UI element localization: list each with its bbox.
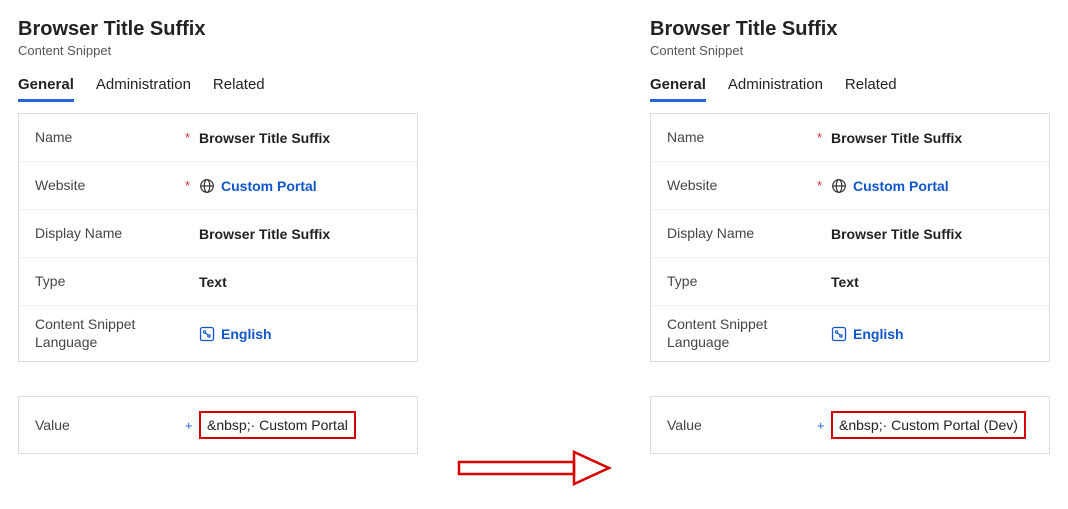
field-type[interactable]: Type Text: [651, 258, 1049, 306]
tab-general[interactable]: General: [18, 72, 74, 102]
field-label: Value: [35, 417, 185, 433]
field-label: Type: [35, 273, 185, 291]
field-language[interactable]: Content Snippet Language English: [19, 306, 417, 361]
field-website[interactable]: Website * Custom Portal: [651, 162, 1049, 210]
field-value: Text: [199, 274, 401, 290]
tab-related[interactable]: Related: [213, 72, 265, 102]
language-icon: [831, 326, 847, 342]
field-value: Custom Portal: [199, 178, 401, 194]
form-general: Name * Browser Title Suffix Website * Cu…: [650, 113, 1050, 362]
field-label: Website: [35, 177, 185, 195]
required-marker: *: [185, 130, 199, 145]
field-value: English: [199, 326, 401, 342]
tab-administration[interactable]: Administration: [96, 72, 191, 102]
field-label: Name: [35, 129, 185, 147]
required-marker: *: [817, 178, 831, 193]
value-highlight-box: &nbsp;· Custom Portal (Dev): [831, 411, 1026, 439]
left-panel: Browser Title Suffix Content Snippet Gen…: [18, 18, 418, 454]
required-marker: *: [817, 130, 831, 145]
field-value-section[interactable]: Value + &nbsp;· Custom Portal: [18, 396, 418, 454]
arrow-icon: [454, 448, 614, 488]
website-link[interactable]: Custom Portal: [853, 178, 949, 194]
add-marker: +: [817, 418, 831, 433]
website-link[interactable]: Custom Portal: [221, 178, 317, 194]
page-title: Browser Title Suffix: [18, 18, 418, 41]
field-label: Name: [667, 129, 817, 147]
entity-subtitle: Content Snippet: [18, 43, 418, 58]
required-marker: *: [185, 178, 199, 193]
field-value: Browser Title Suffix: [831, 226, 1033, 242]
form-general: Name * Browser Title Suffix Website * Cu…: [18, 113, 418, 362]
globe-icon: [199, 178, 215, 194]
field-website[interactable]: Website * Custom Portal: [19, 162, 417, 210]
tab-administration[interactable]: Administration: [728, 72, 823, 102]
field-value: Browser Title Suffix: [831, 130, 1033, 146]
language-link[interactable]: English: [853, 326, 904, 342]
transition-gap: [418, 18, 650, 478]
field-value: English: [831, 326, 1033, 342]
field-label: Type: [667, 273, 817, 291]
tab-general[interactable]: General: [650, 72, 706, 102]
field-language[interactable]: Content Snippet Language English: [651, 306, 1049, 361]
tab-related[interactable]: Related: [845, 72, 897, 102]
tab-bar: General Administration Related: [650, 72, 1050, 103]
language-link[interactable]: English: [221, 326, 272, 342]
value-highlight-box: &nbsp;· Custom Portal: [199, 411, 356, 439]
field-display-name[interactable]: Display Name Browser Title Suffix: [651, 210, 1049, 258]
field-display-name[interactable]: Display Name Browser Title Suffix: [19, 210, 417, 258]
field-name[interactable]: Name * Browser Title Suffix: [651, 114, 1049, 162]
page-title: Browser Title Suffix: [650, 18, 1050, 41]
entity-subtitle: Content Snippet: [650, 43, 1050, 58]
field-label: Website: [667, 177, 817, 195]
field-label: Display Name: [667, 225, 817, 243]
field-name[interactable]: Name * Browser Title Suffix: [19, 114, 417, 162]
language-icon: [199, 326, 215, 342]
field-label: Content Snippet Language: [667, 316, 817, 351]
field-value: Browser Title Suffix: [199, 130, 401, 146]
globe-icon: [831, 178, 847, 194]
field-label: Content Snippet Language: [35, 316, 185, 351]
field-value: Custom Portal: [831, 178, 1033, 194]
add-marker: +: [185, 418, 199, 433]
tab-bar: General Administration Related: [18, 72, 418, 103]
field-value: Browser Title Suffix: [199, 226, 401, 242]
field-value: Text: [831, 274, 1033, 290]
field-label: Value: [667, 417, 817, 433]
right-panel: Browser Title Suffix Content Snippet Gen…: [650, 18, 1050, 454]
field-label: Display Name: [35, 225, 185, 243]
field-type[interactable]: Type Text: [19, 258, 417, 306]
field-value-section[interactable]: Value + &nbsp;· Custom Portal (Dev): [650, 396, 1050, 454]
